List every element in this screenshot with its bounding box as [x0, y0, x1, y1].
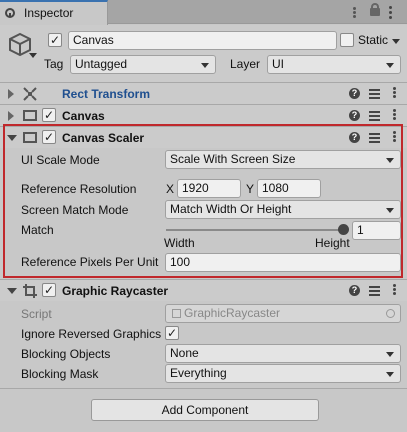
presets-icon[interactable] — [369, 285, 380, 296]
help-icon[interactable]: ? — [349, 88, 360, 99]
layer-label: Layer — [230, 57, 261, 71]
graphic-raycaster-foldout-icon[interactable] — [7, 288, 17, 294]
tag-label: Tag — [44, 57, 64, 71]
ignore-reversed-label: Ignore Reversed Graphics — [21, 327, 162, 341]
blocking-objects-dropdown[interactable]: None — [165, 344, 401, 363]
presets-icon[interactable] — [369, 110, 380, 121]
tab-inspector[interactable]: Inspector — [0, 0, 108, 25]
blocking-objects-label: Blocking Objects — [21, 347, 111, 361]
canvas-header[interactable]: ✓ Canvas ? — [0, 104, 407, 126]
lock-icon[interactable] — [370, 3, 380, 16]
ignore-reversed-checkbox[interactable]: ✓ — [165, 326, 179, 340]
graphic-raycaster-enabled-checkbox[interactable]: ✓ — [42, 283, 56, 297]
blocking-mask-dropdown[interactable]: Everything — [165, 364, 401, 383]
rect-transform-header[interactable]: Rect Transform ? — [0, 82, 407, 104]
graphic-raycaster-title: Graphic Raycaster — [62, 284, 169, 298]
graphic-raycaster-header[interactable]: ✓ Graphic Raycaster ? — [0, 279, 407, 301]
help-icon[interactable]: ? — [349, 285, 360, 296]
component-menu-icon[interactable] — [393, 109, 396, 121]
selection-highlight — [3, 124, 403, 278]
presets-icon[interactable] — [369, 88, 380, 99]
script-label: Script — [21, 307, 52, 321]
tab-menu-icon[interactable] — [389, 6, 393, 19]
blocking-mask-label: Blocking Mask — [21, 367, 99, 381]
divider — [0, 388, 407, 389]
static-label: Static — [358, 33, 389, 47]
tag-dropdown[interactable]: Untagged — [70, 55, 216, 74]
more-icon[interactable] — [353, 7, 357, 18]
component-menu-icon[interactable] — [393, 87, 396, 99]
static-dropdown-arrow[interactable] — [392, 39, 400, 44]
rect-transform-icon — [23, 87, 37, 101]
canvas-component-icon — [23, 110, 37, 121]
component-menu-icon[interactable] — [393, 284, 396, 296]
static-checkbox[interactable] — [340, 33, 354, 47]
rect-transform-title: Rect Transform — [62, 87, 151, 101]
layer-dropdown[interactable]: UI — [267, 55, 401, 74]
active-checkbox[interactable]: ✓ — [48, 33, 62, 47]
info-icon — [5, 8, 15, 18]
script-icon — [172, 309, 181, 318]
graphic-raycaster-icon — [23, 284, 37, 298]
script-field[interactable]: GraphicRaycaster — [165, 304, 401, 323]
icon-dropdown-arrow[interactable] — [29, 53, 37, 58]
canvas-enabled-checkbox[interactable]: ✓ — [42, 108, 56, 122]
help-icon[interactable]: ? — [349, 110, 360, 121]
object-picker-icon[interactable] — [386, 309, 395, 318]
rect-transform-foldout-icon[interactable] — [8, 89, 14, 99]
canvas-title: Canvas — [62, 109, 105, 123]
canvas-foldout-icon[interactable] — [8, 111, 14, 121]
add-component-button[interactable]: Add Component — [91, 399, 319, 421]
tab-label: Inspector — [24, 6, 74, 20]
gameobject-name-input[interactable]: Canvas — [68, 31, 337, 50]
